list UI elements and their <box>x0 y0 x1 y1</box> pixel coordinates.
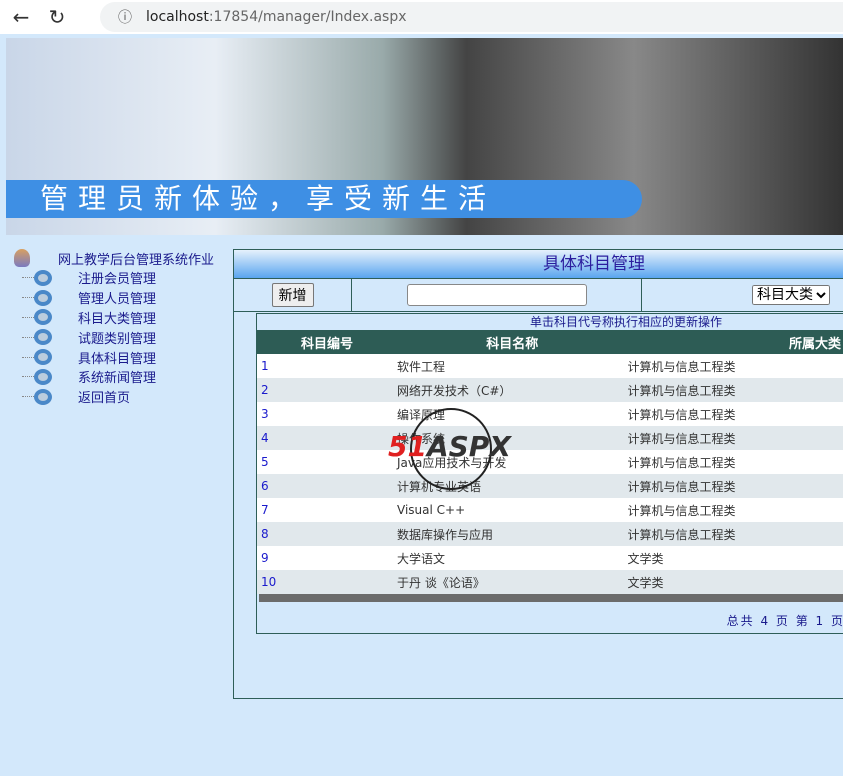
gear-icon <box>34 368 52 385</box>
toolbar: 新增 科目大类 <box>234 279 843 312</box>
address-bar[interactable]: ⓘ localhost:17854/manager/Index.aspx <box>100 2 843 32</box>
subject-name: 操作系统 <box>397 426 628 450</box>
subject-category: 计算机与信息工程类 <box>627 474 843 498</box>
table-row: 4 操作系统 计算机与信息工程类 <box>257 426 843 450</box>
subject-name: 网络开发技术（C#） <box>397 378 628 402</box>
url-host: localhost <box>146 9 209 25</box>
sidebar-item-label: 具体科目管理 <box>78 351 157 367</box>
sidebar-item-label: 系统新闻管理 <box>78 371 157 387</box>
grid-hint: 单击科目代号称执行相应的更新操作 <box>529 315 722 329</box>
subject-name: 于丹 谈《论语》 <box>397 570 628 594</box>
gear-icon <box>34 329 52 346</box>
sidebar-item[interactable]: 系统新闻管理 <box>14 367 234 387</box>
header-banner: 管理员新体验，享受新生活 <box>6 38 843 235</box>
table-row: 6 计算机专业英语 计算机与信息工程类 <box>257 474 843 498</box>
category-select[interactable]: 科目大类 <box>752 285 830 305</box>
browser-toolbar: ← ↻ ⓘ localhost:17854/manager/Index.aspx <box>0 0 843 34</box>
subject-id-link[interactable]: 8 <box>257 522 397 546</box>
subject-name: 大学语文 <box>397 546 628 570</box>
sidebar-item[interactable]: 具体科目管理 <box>14 347 234 367</box>
subject-category: 计算机与信息工程类 <box>627 522 843 546</box>
subject-id-link[interactable]: 4 <box>257 426 397 450</box>
sidebar-item[interactable]: 返回首页 <box>14 387 234 407</box>
column-header: 科目编号 <box>257 330 397 354</box>
page-title: 具体科目管理 <box>234 250 843 279</box>
subject-category: 文学类 <box>627 546 843 570</box>
user-icon <box>14 249 30 267</box>
subject-category: 计算机与信息工程类 <box>627 426 843 450</box>
table-row: 5 Java应用技术与开发 计算机与信息工程类 <box>257 450 843 474</box>
sidebar-item-label: 注册会员管理 <box>78 272 157 288</box>
table-row: 9 大学语文 文学类 <box>257 546 843 570</box>
gear-icon <box>34 388 52 405</box>
table-row: 8 数据库操作与应用 计算机与信息工程类 <box>257 522 843 546</box>
subject-category: 计算机与信息工程类 <box>627 402 843 426</box>
table-row: 7 Visual C++ 计算机与信息工程类 <box>257 498 843 522</box>
add-button[interactable]: 新增 <box>271 283 314 307</box>
table-row: 2 网络开发技术（C#） 计算机与信息工程类 <box>257 378 843 402</box>
pager: 总共 4 页 第 1 页 <box>726 614 843 628</box>
sidebar-root[interactable]: 网上教学后台管理系统作业 <box>14 248 234 268</box>
subject-table: 科目编号 科目名称 所属大类 1 软件工程 计算机与信息工程类 2 网络开发技术（C#）… <box>257 330 843 594</box>
sidebar-item[interactable]: 试题类别管理 <box>14 327 234 347</box>
subject-id-link[interactable]: 2 <box>257 378 397 402</box>
info-icon: ⓘ <box>118 10 132 26</box>
subject-id-link[interactable]: 7 <box>257 498 397 522</box>
gear-icon <box>34 289 52 306</box>
subject-name: 编译原理 <box>397 402 628 426</box>
url-path: :17854/manager/Index.aspx <box>208 9 407 25</box>
sidebar-root-label: 网上教学后台管理系统作业 <box>58 252 215 268</box>
gear-icon <box>34 309 52 326</box>
sidebar-item-label: 试题类别管理 <box>78 331 157 347</box>
column-header: 所属大类 <box>627 330 843 354</box>
subject-category: 计算机与信息工程类 <box>627 378 843 402</box>
grid-footer <box>259 594 843 602</box>
subject-id-link[interactable]: 1 <box>257 354 397 378</box>
subject-category: 文学类 <box>627 570 843 594</box>
sidebar-item[interactable]: 科目大类管理 <box>14 308 234 328</box>
banner-slogan: 管理员新体验，享受新生活 <box>6 180 642 218</box>
gear-icon <box>34 269 52 286</box>
subject-id-link[interactable]: 5 <box>257 450 397 474</box>
subject-name: 计算机专业英语 <box>397 474 628 498</box>
table-row: 1 软件工程 计算机与信息工程类 <box>257 354 843 378</box>
sidebar: 网上教学后台管理系统作业 注册会员管理 管理人员管理 科目大类管理 试题类别管理 具体科… <box>14 248 234 407</box>
back-icon[interactable]: ← <box>6 5 36 29</box>
sidebar-item[interactable]: 管理人员管理 <box>14 288 234 308</box>
subject-name: Visual C++ <box>397 498 628 522</box>
subject-category: 计算机与信息工程类 <box>627 498 843 522</box>
sidebar-item-label: 返回首页 <box>78 391 131 407</box>
sidebar-item-label: 管理人员管理 <box>78 292 157 308</box>
gear-icon <box>34 349 52 366</box>
subject-name: 软件工程 <box>397 354 628 378</box>
column-header: 科目名称 <box>397 330 628 354</box>
subject-id-link[interactable]: 3 <box>257 402 397 426</box>
subject-category: 计算机与信息工程类 <box>627 450 843 474</box>
subject-id-link[interactable]: 9 <box>257 546 397 570</box>
subject-grid: 单击科目代号称执行相应的更新操作 科目编号 科目名称 所属大类 1 软件工程 计算机… <box>256 313 843 634</box>
subject-category: 计算机与信息工程类 <box>627 354 843 378</box>
sidebar-item-label: 科目大类管理 <box>78 311 157 327</box>
sidebar-item[interactable]: 注册会员管理 <box>14 268 234 288</box>
main-panel: 具体科目管理 新增 科目大类 单击科目代号称执行相应的更新操作 科目编号 科目名… <box>233 249 843 699</box>
table-row: 10 于丹 谈《论语》 文学类 <box>257 570 843 594</box>
reload-icon[interactable]: ↻ <box>42 5 72 29</box>
subject-name: Java应用技术与开发 <box>397 450 628 474</box>
search-input[interactable] <box>406 284 587 306</box>
subject-name: 数据库操作与应用 <box>397 522 628 546</box>
subject-id-link[interactable]: 6 <box>257 474 397 498</box>
subject-id-link[interactable]: 10 <box>257 570 397 594</box>
table-row: 3 编译原理 计算机与信息工程类 <box>257 402 843 426</box>
